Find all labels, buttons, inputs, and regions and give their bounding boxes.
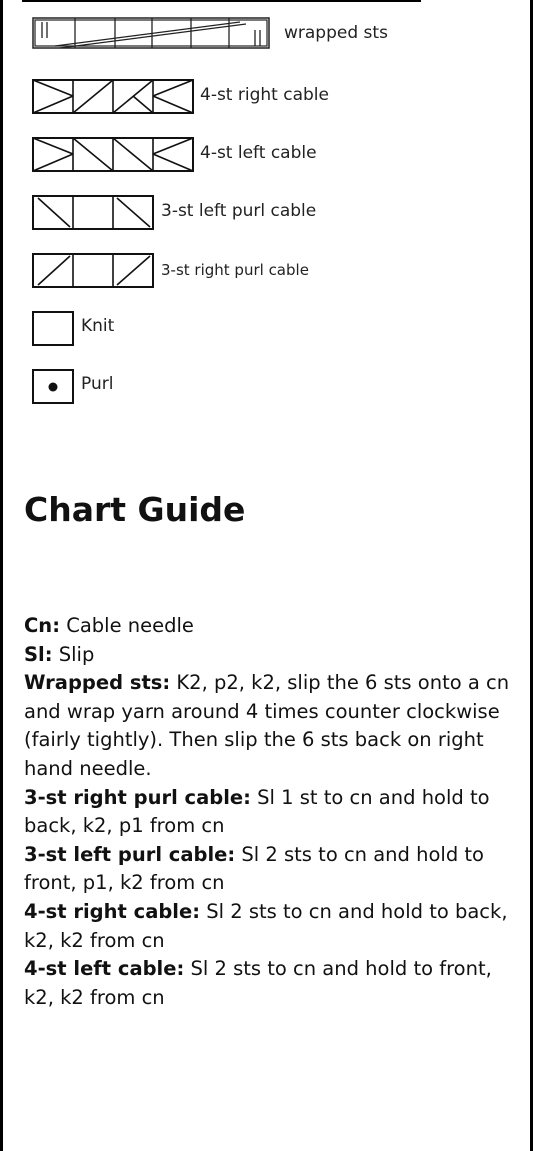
legend-item-wrapped-sts: wrapped sts — [0, 14, 533, 58]
legend-label-knit: Knit — [81, 316, 115, 336]
page-title: Chart Guide — [24, 490, 246, 529]
4-st-left-cable-symbol-icon — [32, 137, 194, 172]
legend-label-3-st-right-purl-cable: 3-st right purl cable — [161, 261, 309, 279]
definition-item: Sl: Slip — [24, 641, 524, 670]
definition-item: Cn: Cable needle — [24, 612, 524, 641]
legend-label-4-st-left-cable: 4-st left cable — [200, 143, 317, 163]
definition-term: Sl: — [24, 642, 53, 666]
4-st-right-cable-symbol-icon — [32, 79, 194, 114]
frame-top-border — [22, 0, 421, 2]
legend-item-4-st-left-cable: 4-st left cable — [0, 130, 533, 174]
definition-item: 4-st right cable: Sl 2 sts to cn and hol… — [24, 898, 524, 955]
legend-item-3-st-left-purl-cable: 3-st left purl cable — [0, 188, 533, 232]
3-st-right-purl-cable-symbol-icon — [32, 253, 154, 288]
legend-label-3-st-left-purl-cable: 3-st left purl cable — [161, 201, 317, 221]
chart-guide-page: wrapped sts 4-st right cable 4-st left c… — [0, 0, 533, 1151]
definition-text: Slip — [58, 642, 95, 666]
definition-item: 4-st left cable: Sl 2 sts to cn and hold… — [24, 955, 524, 1012]
definition-term: 4-st right cable: — [24, 899, 201, 923]
purl-dot-symbol-icon — [32, 369, 74, 404]
knit-symbol-icon — [32, 311, 74, 346]
legend-item-3-st-right-purl-cable: 3-st right purl cable — [0, 246, 533, 290]
definition-term: 4-st left cable: — [24, 957, 185, 981]
wrapped-sts-symbol-icon — [32, 17, 270, 49]
definition-text: Cable needle — [66, 614, 194, 637]
definition-item: 3-st left purl cable: Sl 2 sts to cn and… — [24, 841, 524, 898]
definition-item: 3-st right purl cable: Sl 1 st to cn and… — [24, 784, 524, 841]
legend-label-wrapped-sts: wrapped sts — [284, 23, 388, 43]
legend-item-purl: Purl — [0, 362, 533, 406]
chart-guide-definitions: Cn: Cable needle Sl: Slip Wrapped sts: K… — [24, 612, 524, 1012]
legend-item-knit: Knit — [0, 304, 533, 348]
definition-term: 3-st left purl cable: — [24, 842, 236, 866]
definition-term: 3-st right purl cable: — [24, 785, 251, 809]
definition-term: Wrapped sts: — [24, 671, 171, 695]
legend-label-purl: Purl — [81, 374, 114, 394]
legend-label-4-st-right-cable: 4-st right cable — [200, 85, 329, 105]
definition-item: Wrapped sts: K2, p2, k2, slip the 6 sts … — [24, 669, 524, 783]
legend-item-4-st-right-cable: 4-st right cable — [0, 72, 533, 116]
3-st-left-purl-cable-symbol-icon — [32, 195, 154, 230]
definition-term: Cn: — [24, 614, 60, 637]
